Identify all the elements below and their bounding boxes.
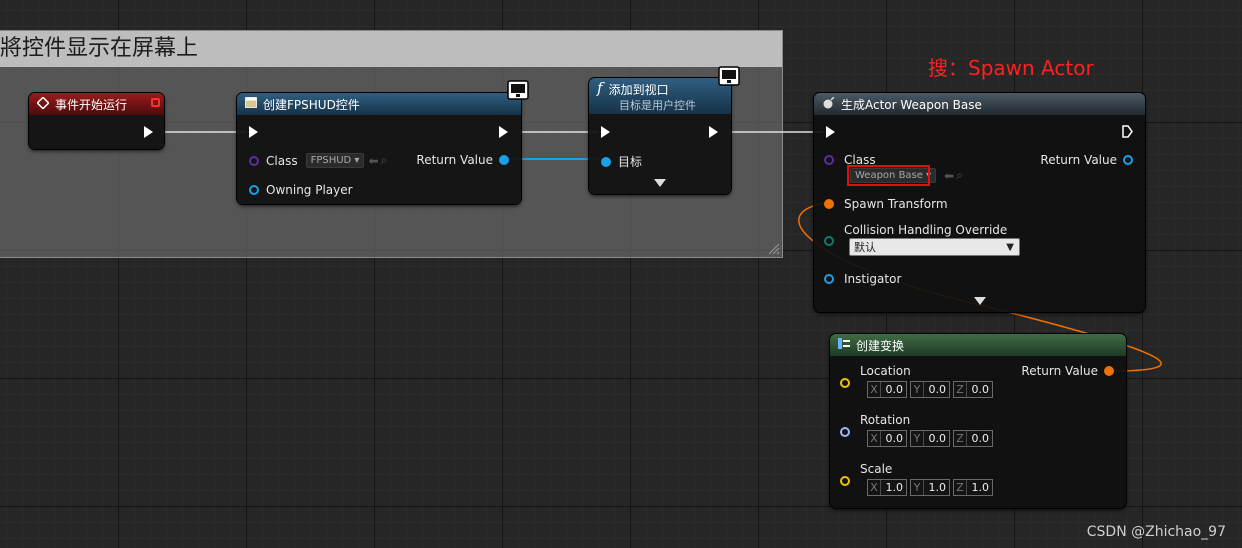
client-only-monitor-icon (718, 66, 740, 86)
rotation-vector: X 0.0 Y 0.0 Z 0.0 (867, 430, 993, 447)
spawn-transform-pin[interactable]: Spawn Transform (824, 197, 948, 211)
use-selected-arrow-icon[interactable]: ⬅ (944, 169, 954, 183)
collision-label-row: Collision Handling Override (844, 223, 1007, 237)
return-value-dot[interactable] (1123, 155, 1133, 165)
owning-player-dot[interactable] (249, 185, 259, 195)
class-pin-dot[interactable] (824, 155, 834, 165)
exec-in-pin[interactable] (601, 126, 610, 138)
pin-label: Spawn Transform (844, 197, 948, 211)
event-diamond-icon (36, 95, 50, 112)
location-pin-dot[interactable] (840, 378, 850, 388)
instigator-pin[interactable]: Instigator (824, 272, 901, 286)
pin-label: Collision Handling Override (844, 223, 1008, 237)
return-value-pin[interactable]: Return Value (416, 153, 509, 167)
function-icon: f (597, 79, 603, 97)
spawn-bomb-icon (822, 95, 835, 112)
node-title: 添加到视口 (608, 83, 669, 97)
widget-icon (245, 97, 257, 111)
highlight-box (847, 165, 930, 186)
scale-x-field[interactable]: X 1.0 (867, 479, 907, 496)
node-subtitle: 目标是用户控件 (619, 99, 696, 112)
rotation-y-field[interactable]: Y 0.0 (910, 430, 950, 447)
location-x-field[interactable]: X 0.0 (867, 381, 907, 398)
target-pin[interactable]: 目标 (601, 153, 642, 170)
pin-label: Return Value (1040, 153, 1117, 167)
pin-label: Owning Player (266, 183, 353, 197)
class-dropdown[interactable]: FPSHUD ▾ (305, 153, 365, 168)
scale-y-field[interactable]: Y 1.0 (910, 479, 950, 496)
exec-out-pin[interactable] (709, 126, 718, 138)
use-selected-arrow-icon[interactable]: ⬅ (368, 154, 378, 168)
collision-dropdown[interactable]: 默认 ▼ (849, 238, 1020, 256)
spawn-actor-node[interactable]: 生成Actor Weapon Base Class Weapon Base ▾ … (814, 93, 1145, 312)
node-title: 创建FPSHUD控件 (263, 97, 360, 112)
client-only-monitor-icon (507, 80, 529, 100)
delegate-pin-icon[interactable] (151, 98, 160, 107)
create-widget-node[interactable]: 创建FPSHUD控件 Class FPSHUD ▾ ⬅ ⌕ Return Val… (237, 80, 529, 204)
add-to-viewport-node[interactable]: f 添加到视口 目标是用户控件 目标 (589, 66, 740, 194)
watermark: CSDN @Zhichao_97 (1086, 524, 1226, 540)
pin-label: Return Value (416, 153, 493, 167)
location-z-field[interactable]: Z 0.0 (953, 381, 993, 398)
rotation-pin-dot[interactable] (840, 427, 850, 437)
rotation-z-field[interactable]: Z 0.0 (953, 430, 993, 447)
exec-out-pin[interactable] (499, 126, 508, 138)
exec-out-pin[interactable] (144, 126, 153, 138)
expand-arrow-icon[interactable] (654, 179, 666, 187)
spawn-transform-dot[interactable] (824, 199, 834, 209)
browse-magnifier-icon[interactable]: ⌕ (381, 153, 388, 168)
node-title: 生成Actor Weapon Base (841, 97, 982, 112)
location-y-field[interactable]: Y 0.0 (910, 381, 950, 398)
collision-pin-dot[interactable] (824, 236, 834, 246)
location-label: Location (860, 364, 911, 378)
return-value-dot[interactable] (499, 155, 509, 165)
return-value-pin[interactable]: Return Value (1040, 153, 1133, 167)
pin-label: Class (266, 153, 298, 168)
rotation-x-field[interactable]: X 0.0 (867, 430, 907, 447)
return-value-pin[interactable]: Return Value (1021, 364, 1114, 378)
class-pin[interactable]: Class FPSHUD ▾ ⬅ ⌕ (249, 153, 387, 168)
expand-arrow-icon[interactable] (974, 297, 986, 305)
scale-vector: X 1.0 Y 1.0 Z 1.0 (867, 479, 993, 496)
return-value-dot[interactable] (1104, 366, 1114, 376)
target-dot[interactable] (601, 156, 611, 167)
node-title: 事件开始运行 (55, 97, 128, 112)
exec-out-pin[interactable] (1122, 125, 1133, 138)
class-pin-dot[interactable] (249, 155, 259, 166)
owning-player-pin[interactable]: Owning Player (249, 183, 353, 197)
make-struct-icon (838, 338, 850, 352)
make-transform-node[interactable]: 创建变换 Return Value Location X 0.0 Y 0.0 Z 0.… (830, 334, 1126, 508)
rotation-label: Rotation (860, 413, 911, 427)
pin-label: 目标 (618, 155, 643, 169)
browse-magnifier-icon[interactable]: ⌕ (956, 168, 963, 183)
pin-label: Instigator (844, 272, 902, 286)
exec-in-pin[interactable] (249, 126, 258, 138)
dropdown-arrow-icon: ▼ (1006, 242, 1014, 253)
location-vector: X 0.0 Y 0.0 Z 0.0 (867, 381, 993, 398)
node-title: 创建变换 (856, 338, 905, 353)
pin-label: Return Value (1021, 364, 1098, 378)
search-annotation: 搜：Spawn Actor (928, 56, 1094, 80)
exec-in-pin[interactable] (826, 126, 835, 138)
scale-pin-dot[interactable] (840, 476, 850, 486)
scale-z-field[interactable]: Z 1.0 (953, 479, 993, 496)
instigator-dot[interactable] (824, 274, 834, 284)
scale-label: Scale (860, 462, 893, 476)
event-begin-play-node[interactable]: 事件开始运行 (29, 93, 164, 149)
